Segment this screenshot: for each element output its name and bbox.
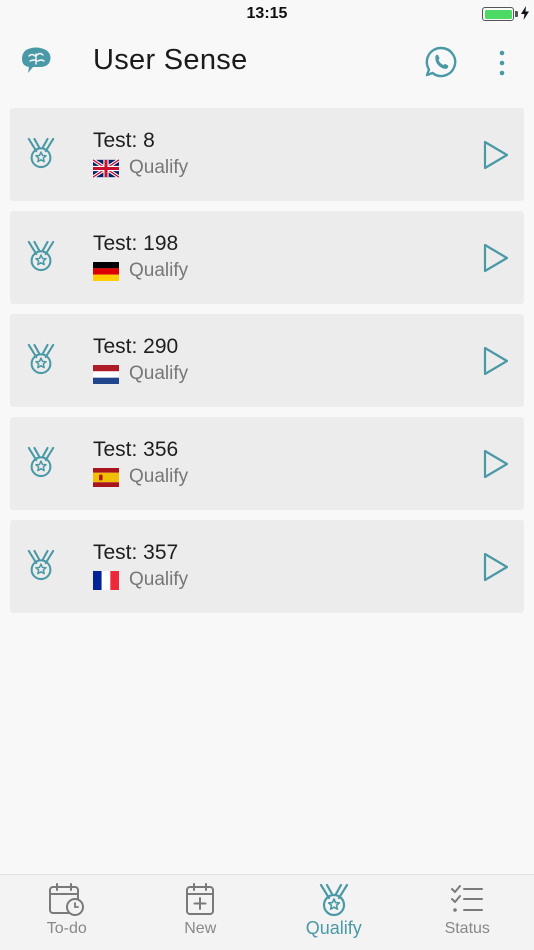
medal-icon bbox=[26, 239, 56, 273]
medal-icon bbox=[26, 342, 56, 376]
tab-to-do[interactable]: To-do bbox=[0, 875, 134, 950]
test-status: Qualify bbox=[129, 569, 189, 590]
flag-gb-icon bbox=[93, 159, 119, 178]
medal-icon bbox=[26, 136, 56, 170]
flag-fr-icon bbox=[93, 571, 119, 590]
medal-icon bbox=[318, 883, 350, 917]
test-title: Test: 290 bbox=[93, 335, 179, 358]
test-title: Test: 356 bbox=[93, 438, 179, 461]
test-status: Qualify bbox=[129, 466, 189, 487]
calendar-plus-icon bbox=[186, 883, 215, 915]
play-icon[interactable] bbox=[482, 139, 510, 171]
test-card[interactable]: Test: 290 Qualify bbox=[10, 314, 524, 407]
test-status: Qualify bbox=[129, 157, 189, 178]
tab-qualify[interactable]: Qualify bbox=[267, 875, 401, 950]
calendar-clock-icon bbox=[48, 883, 84, 916]
flag-nl-icon bbox=[93, 365, 119, 384]
charging-bolt-icon bbox=[521, 6, 529, 20]
brain-chat-icon bbox=[22, 47, 51, 73]
flag-de-icon bbox=[93, 262, 119, 281]
battery-icon bbox=[482, 7, 514, 21]
test-title: Test: 198 bbox=[93, 232, 179, 255]
more-vertical-icon[interactable] bbox=[490, 48, 514, 78]
play-icon[interactable] bbox=[482, 242, 510, 274]
play-icon[interactable] bbox=[482, 448, 510, 480]
medal-icon bbox=[26, 445, 56, 479]
app-title: User Sense bbox=[93, 44, 248, 76]
tab-label: Qualify bbox=[305, 918, 362, 938]
tab-label: Status bbox=[444, 920, 490, 937]
tab-label: To-do bbox=[46, 920, 87, 937]
test-card[interactable]: Test: 198 Qualify bbox=[10, 211, 524, 304]
test-card[interactable]: Test: 357 Qualify bbox=[10, 520, 524, 613]
play-icon[interactable] bbox=[482, 345, 510, 377]
status-time: 13:15 bbox=[246, 5, 288, 22]
test-title: Test: 8 bbox=[93, 129, 155, 152]
tab-status[interactable]: Status bbox=[401, 875, 534, 950]
test-list: Test: 8 Qualify Test: 198 Qualify Test: … bbox=[10, 108, 524, 623]
battery-tip bbox=[515, 11, 518, 17]
app-header: User Sense bbox=[0, 28, 534, 98]
status-bar: 13:15 bbox=[0, 0, 534, 28]
tab-new[interactable]: New bbox=[134, 875, 268, 950]
test-card[interactable]: Test: 356 Qualify bbox=[10, 417, 524, 510]
medal-icon bbox=[26, 548, 56, 582]
test-card[interactable]: Test: 8 Qualify bbox=[10, 108, 524, 201]
tab-label: New bbox=[184, 920, 217, 937]
checklist-icon bbox=[451, 885, 484, 912]
tab-bar: To-do New Qualify Status bbox=[0, 874, 534, 950]
flag-es-icon bbox=[93, 468, 119, 487]
test-title: Test: 357 bbox=[93, 541, 179, 564]
whatsapp-icon[interactable] bbox=[424, 45, 458, 79]
test-status: Qualify bbox=[129, 260, 189, 281]
test-status: Qualify bbox=[129, 363, 189, 384]
play-icon[interactable] bbox=[482, 551, 510, 583]
